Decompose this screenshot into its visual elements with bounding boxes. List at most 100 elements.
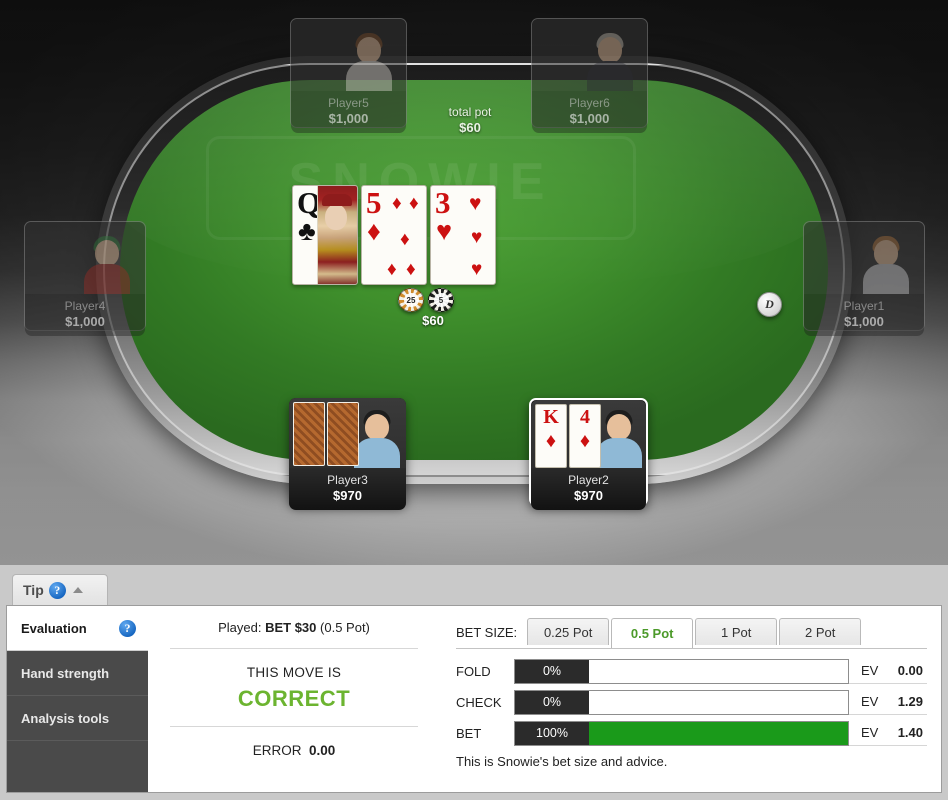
bet-size-underline	[456, 648, 927, 649]
diamond-icon: ♦	[409, 193, 419, 214]
heart-icon: ♥	[469, 192, 482, 215]
seat-player3[interactable]: Player3 $970	[289, 398, 406, 510]
ev-cell-check: EV 1.29	[849, 689, 927, 715]
bet-size-tabs: 0.25 Pot 0.5 Pot 1 Pot 2 Pot	[527, 618, 863, 648]
help-icon[interactable]: ?	[119, 619, 136, 637]
tab-bet-size-2-pot[interactable]: 2 Pot	[779, 618, 862, 645]
card-rank: 4	[580, 406, 590, 428]
queen-face-art	[317, 186, 357, 284]
ev-value-bet: 1.40	[897, 725, 923, 740]
action-name-bet: BET	[456, 725, 482, 741]
diamond-icon: ♦	[392, 193, 402, 214]
player-name: Player4	[64, 299, 106, 313]
community-cards: Q ♣ 5 ♦ ♦ ♦ ♦ ♦ ♦ 3 ♥ ♥ ♥ ♥	[292, 185, 496, 285]
ev-value-fold: 0.00	[897, 663, 923, 678]
avatar-body	[346, 61, 392, 91]
seat-nameplate: Player5 $1,000	[291, 91, 406, 133]
seat-avatar-area	[291, 19, 406, 91]
advice-note: This is Snowie's bet size and advice.	[456, 754, 668, 769]
chip-value: 25	[403, 293, 419, 307]
action-bar-fold	[589, 659, 848, 683]
panel-content: Played: BET $30 (0.5 Pot) THIS MOVE IS C…	[148, 606, 941, 792]
seat-player6[interactable]: Player6 $1,000	[531, 18, 648, 133]
tab-bet-size-0-25-pot[interactable]: 0.25 Pot	[527, 618, 610, 645]
pot-chips-amount: $60	[422, 313, 444, 328]
avatar-head	[607, 414, 631, 440]
bar-fill	[589, 721, 848, 745]
seat-player1[interactable]: Player1 $1,000	[803, 221, 925, 336]
seat-avatar-area	[289, 398, 406, 468]
avatar-body	[354, 438, 400, 468]
tab-bet-size-1-pot[interactable]: 1 Pot	[695, 618, 778, 645]
ev-value-check: 1.29	[897, 694, 923, 709]
player-stack: $970	[333, 488, 362, 503]
move-value: CORRECT	[237, 686, 351, 711]
diamond-icon: ♦	[367, 216, 381, 246]
chip-25: 25	[398, 288, 424, 312]
caret-up-icon[interactable]	[72, 587, 83, 593]
card-rank: K	[543, 406, 559, 428]
action-bar-check	[589, 690, 848, 714]
diamond-icon: ♦	[387, 259, 397, 280]
card-back	[293, 402, 325, 466]
sidebar-item-hand-strength[interactable]: Hand strength	[7, 651, 148, 696]
help-icon[interactable]: ?	[48, 581, 66, 599]
avatar	[860, 236, 912, 294]
sidebar-item-evaluation[interactable]: Evaluation ?	[7, 606, 159, 651]
board-card-three-of-hearts: 3 ♥ ♥ ♥ ♥	[430, 185, 496, 285]
avatar	[81, 236, 133, 294]
evaluation-panel: Evaluation ? Hand strength Analysis tool…	[6, 605, 942, 793]
avatar-head	[95, 240, 119, 266]
avatar-body	[84, 264, 130, 294]
hero-hole-cards: K ♦ 4 ♦	[535, 404, 601, 468]
player-stack: $1,000	[569, 111, 610, 126]
side-tab-label: Hand strength	[21, 665, 110, 681]
side-tab-label: Analysis tools	[21, 710, 110, 726]
action-percent-fold: 0%	[515, 659, 589, 683]
seat-nameplate: Player4 $1,000	[25, 294, 145, 336]
avatar	[584, 33, 636, 91]
seat-nameplate: Player1 $1,000	[804, 294, 924, 336]
action-meter-bet: 100%	[514, 720, 849, 746]
player3-hole-cards	[293, 402, 359, 466]
error-label: ERROR	[252, 743, 302, 758]
avatar-head	[365, 414, 389, 440]
action-percent-check: 0%	[515, 690, 589, 714]
player-stack: $1,000	[844, 314, 884, 329]
avatar-head	[357, 37, 381, 63]
ev-label: EV	[861, 725, 879, 740]
seat-player4[interactable]: Player4 $1,000	[24, 221, 146, 336]
avatar-body	[587, 61, 633, 91]
advice-column: BET SIZE: 0.25 Pot 0.5 Pot 1 Pot 2 Pot F…	[440, 606, 941, 792]
move-verdict: THIS MOVE IS CORRECT	[164, 649, 424, 726]
played-prefix: Played:	[218, 620, 262, 635]
seat-player2-hero[interactable]: K ♦ 4 ♦ Player2 $970	[529, 398, 648, 510]
error-line: ERROR 0.00	[164, 727, 424, 758]
player-name: Player6	[569, 96, 610, 110]
player-name: Player5	[328, 96, 369, 110]
total-pot-label: total pot	[448, 105, 492, 119]
dealer-button: D	[757, 292, 782, 317]
avatar-body	[596, 438, 642, 468]
played-suffix: (0.5 Pot)	[320, 620, 370, 635]
diamond-icon: ♦	[579, 430, 591, 452]
ev-cell-fold: EV 0.00	[849, 658, 927, 684]
seat-nameplate: Player6 $1,000	[532, 91, 647, 133]
diamond-icon: ♦	[406, 259, 416, 280]
seat-player5[interactable]: Player5 $1,000	[290, 18, 407, 133]
error-value: 0.00	[309, 743, 336, 758]
sidebar-item-analysis-tools[interactable]: Analysis tools	[7, 696, 148, 741]
player-stack: $1,000	[328, 111, 369, 126]
action-bar-bet	[589, 721, 848, 745]
diamond-icon: ♦	[400, 229, 410, 250]
tab-bet-size-0-5-pot[interactable]: 0.5 Pot	[611, 618, 694, 648]
verdict-column: Played: BET $30 (0.5 Pot) THIS MOVE IS C…	[148, 606, 440, 792]
table-row: CHECK 0% EV 1.29	[456, 689, 927, 715]
seat-nameplate: Player2 $970	[531, 468, 646, 510]
action-name-fold: FOLD	[456, 663, 491, 679]
heart-icon: ♥	[471, 259, 483, 280]
tip-tab[interactable]: Tip ?	[12, 574, 108, 605]
diamond-icon: ♦	[545, 430, 557, 452]
ev-label: EV	[861, 663, 879, 678]
played-action: BET $30	[265, 620, 317, 635]
